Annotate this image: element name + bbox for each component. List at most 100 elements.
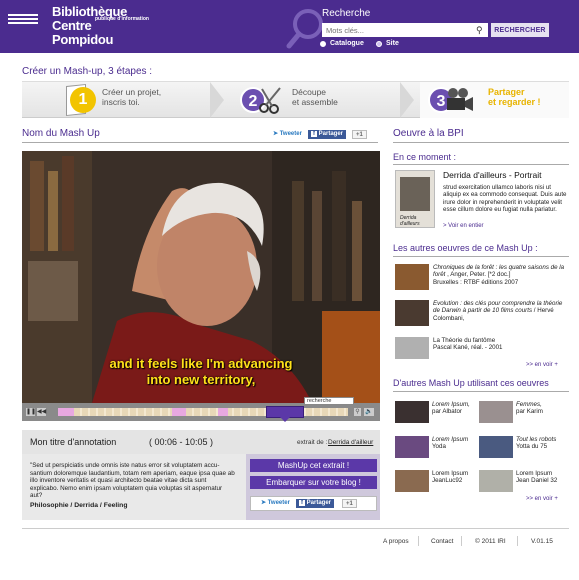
search-title: Recherche	[322, 8, 371, 19]
video-subtitle-line1: and it feels like I'm advancing	[109, 356, 293, 371]
mashup-title: Lorem Ipsum,	[432, 401, 470, 408]
step-arrow-icon	[210, 82, 224, 118]
divider	[22, 142, 378, 143]
embed-blog-button[interactable]: Embarquer sur votre blog !	[250, 476, 377, 489]
pause-icon[interactable]: ❚❚	[26, 408, 36, 416]
tag-link[interactable]: Feeling	[104, 502, 128, 509]
oeuvre-title: La Théorie du fantôme	[433, 337, 496, 344]
annotation-header: Mon titre d'annotation ( 00:06 - 10:05 )…	[22, 430, 380, 454]
mashup-item[interactable]: Tout les robots Yotta du 75	[516, 436, 568, 451]
now-more-link[interactable]: > Voir en entier	[443, 223, 484, 229]
divider	[393, 164, 569, 165]
tweet-button[interactable]: ➤ Tweeter	[270, 130, 305, 139]
tag-link[interactable]: Derrida	[74, 502, 98, 509]
radio-site[interactable]: Site	[376, 40, 399, 47]
mashup-title: Lorem Ipsum	[432, 436, 469, 443]
mashup-thumbnail[interactable]	[395, 470, 429, 492]
tag-link[interactable]: Philosophie	[30, 502, 69, 509]
twitter-icon: ➤	[273, 131, 279, 137]
mashup-author[interactable]: Yoda	[432, 443, 446, 450]
now-heading: En ce moment :	[393, 152, 457, 162]
annotation-time: ( 00:06 - 10:05 )	[149, 437, 214, 447]
mashups-more-link[interactable]: >> en voir +	[526, 496, 558, 502]
scissors-icon	[259, 87, 281, 114]
extract-source-link[interactable]: Derrida d'ailleur	[328, 439, 373, 446]
oeuvre-item[interactable]: Evolution : des clés pour comprendre la …	[433, 300, 568, 322]
oeuvre-thumbnail[interactable]	[395, 337, 429, 359]
radio-selected-icon	[320, 40, 326, 47]
radio-catalogue-label: Catalogue	[330, 40, 364, 47]
step-3-label: Partager et regarder !	[488, 87, 541, 107]
timeline-segment[interactable]	[172, 408, 186, 416]
mashup-author[interactable]: JeanLuc92	[432, 477, 462, 484]
oeuvre-item[interactable]: Chroniques de la forêt : les quatre sais…	[433, 264, 568, 286]
search-button[interactable]: RECHERCHER	[491, 23, 549, 37]
mashup-extract-button[interactable]: MashUp cet extrait !	[250, 459, 377, 472]
mashup-item[interactable]: Lorem Ipsum, par Albator	[432, 401, 478, 416]
oeuvre-thumbnail[interactable]	[395, 264, 429, 290]
mashup-item[interactable]: Lorem Ipsum Jean Daniel 32	[516, 470, 568, 485]
annotation-plusone-button[interactable]: +1	[342, 499, 357, 508]
footer-separator	[517, 536, 518, 546]
annotation-facebook-button[interactable]: f Partager	[296, 499, 335, 508]
search-icon[interactable]: ⚲	[476, 25, 483, 36]
annotation-tweet-button[interactable]: ➤ Tweeter	[258, 499, 293, 508]
footer-contact-link[interactable]: Contact	[431, 538, 453, 545]
now-title[interactable]: Derrida d'ailleurs - Portrait	[443, 170, 541, 180]
mashup-thumbnail[interactable]	[395, 401, 429, 423]
others-more-link[interactable]: >> en voir +	[526, 362, 558, 368]
mashups-heading: D'autres Mash Up utilisant ces oeuvres	[393, 378, 549, 388]
mashup-author[interactable]: Karim	[527, 408, 543, 415]
playhead-icon[interactable]	[280, 417, 290, 422]
tweet-label: Tweeter	[279, 131, 302, 137]
footer-separator	[418, 536, 419, 546]
film-projector-icon	[447, 88, 473, 111]
extract-label: extrait de :	[297, 439, 328, 446]
others-heading: Les autres oeuvres de ce Mash Up :	[393, 243, 538, 253]
video-timeline[interactable]: ❚❚ ◀◀ recherche ⚲ 🔈	[22, 397, 380, 422]
mashup-thumbnail[interactable]	[479, 436, 513, 458]
facebook-share-button[interactable]: f Partager	[308, 130, 347, 139]
steps-bar: 1 Créer un projet, inscris toi. 2 Découp…	[22, 81, 569, 118]
now-description: strud exercitation ullamco laboris nisi …	[443, 184, 567, 214]
mashup-item[interactable]: Lorem Ipsum JeanLuc92	[432, 470, 478, 485]
cover-photo	[400, 177, 430, 211]
step-3-line1: Partager	[488, 87, 525, 97]
oeuvre-thumbnail[interactable]	[395, 300, 429, 326]
annotation-description: "Sed ut perspiciatis unde omnis iste nat…	[30, 462, 235, 500]
mashup-author[interactable]: Albator	[442, 408, 462, 415]
annotation-tags: Philosophie / Derrida / Feeling	[30, 501, 128, 509]
mashup-item[interactable]: Lorem Ipsum Yoda	[432, 436, 478, 451]
mashup-title: Nom du Mash Up	[22, 128, 100, 139]
mashup-thumbnail[interactable]	[395, 436, 429, 458]
oeuvre-item[interactable]: La Théorie du fantôme Pascal Kané, réal.…	[433, 337, 568, 352]
volume-icon[interactable]: 🔈	[364, 408, 374, 416]
logo-icon[interactable]	[8, 14, 38, 28]
steps-title: Créer un Mash-up, 3 étapes :	[22, 66, 153, 77]
now-cover-image[interactable]: Derrida d'ailleurs	[395, 170, 435, 228]
mashup-thumbnail[interactable]	[479, 470, 513, 492]
radio-catalogue[interactable]: Catalogue	[320, 40, 364, 47]
bpi-heading: Oeuvre à la BPI	[393, 128, 464, 139]
step-2-line1: Découpe	[292, 87, 327, 97]
search-input[interactable]	[322, 23, 488, 37]
timeline-track[interactable]	[58, 408, 348, 416]
timeline-search-input[interactable]: recherche	[304, 397, 354, 405]
zoom-icon[interactable]: ⚲	[354, 408, 361, 416]
logo-text-line2[interactable]: Centre	[52, 18, 92, 33]
mashup-author[interactable]: Jean Daniel 32	[516, 477, 557, 484]
rewind-icon[interactable]: ◀◀	[37, 408, 46, 416]
footer-apropos-link[interactable]: A propos	[383, 538, 409, 545]
footer-version: V.01.15	[531, 538, 553, 545]
facebook-label: Partager	[306, 500, 332, 506]
mashup-item[interactable]: Femmes, par Karim	[516, 401, 568, 416]
step-3-line2: et regarder !	[488, 97, 541, 107]
timeline-segment[interactable]	[58, 408, 74, 416]
mashup-thumbnail[interactable]	[479, 401, 513, 423]
logo-text-line3[interactable]: Pompidou	[52, 32, 113, 47]
video-player[interactable]: and it feels like I'm advancing into new…	[22, 151, 380, 403]
plusone-button[interactable]: +1	[352, 130, 367, 139]
mashup-author[interactable]: Yotta du 75	[516, 443, 547, 450]
timeline-segment[interactable]	[218, 408, 228, 416]
divider	[393, 256, 569, 257]
